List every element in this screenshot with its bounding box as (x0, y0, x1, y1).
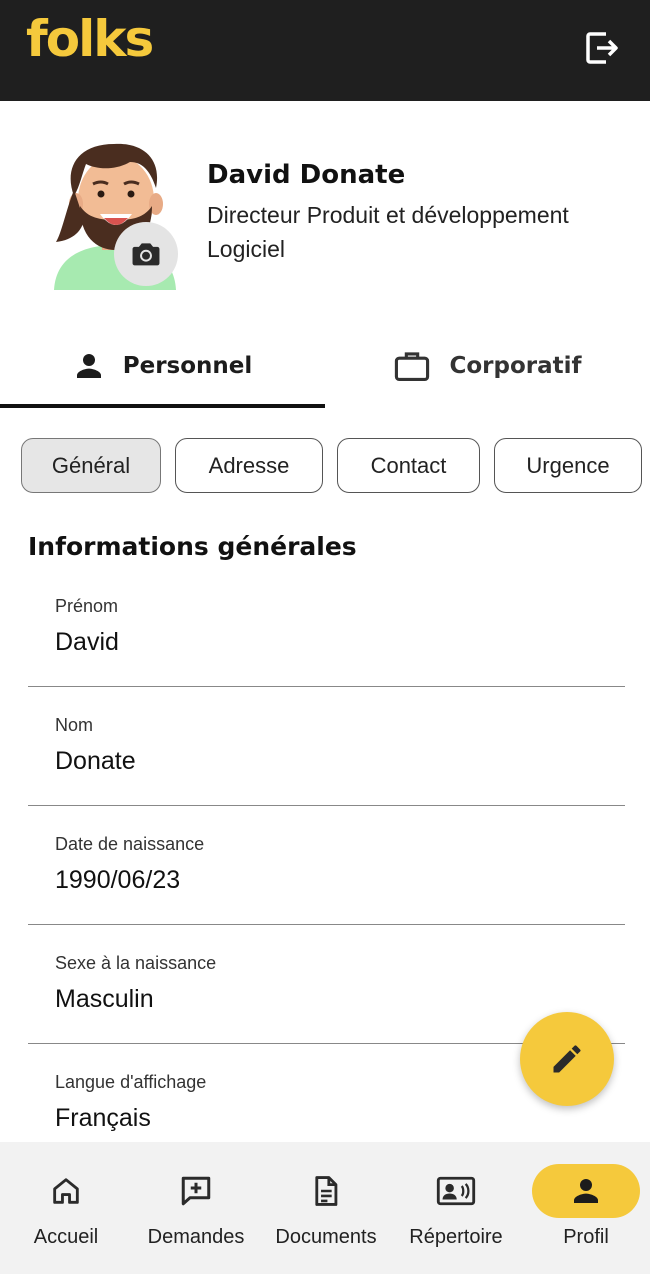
field-label: Nom (55, 715, 94, 735)
field-value: David (55, 628, 119, 656)
logout-button[interactable] (582, 28, 622, 68)
nav-label: Accueil (33, 1226, 99, 1248)
nav-icon-container-active (532, 1164, 640, 1218)
field-nom[interactable]: Nom Donate (28, 715, 625, 806)
camera-icon (132, 243, 160, 266)
person-icon (574, 1179, 598, 1203)
chip-adresse[interactable]: Adresse (175, 438, 323, 493)
active-tab-indicator (0, 404, 325, 408)
change-photo-button[interactable] (114, 222, 178, 286)
section-chips: Général Adresse Contact Urgence (21, 438, 646, 495)
bottom-navigation: Accueil Demandes Documents Répertoire Pr… (0, 1142, 650, 1274)
nav-profil[interactable]: Profil (521, 1142, 650, 1274)
field-label: Prénom (55, 596, 119, 616)
tab-personnel[interactable]: Personnel (0, 326, 325, 406)
logout-icon (586, 32, 618, 64)
app-logo: folks (26, 10, 154, 68)
field-label: Date de naissance (55, 834, 205, 854)
field-value: Français (55, 1104, 151, 1132)
edit-button[interactable] (520, 1012, 614, 1106)
app-header: folks (0, 0, 650, 101)
field-value: Donate (55, 747, 136, 775)
chip-contact[interactable]: Contact (337, 438, 480, 493)
nav-label: Répertoire (409, 1226, 503, 1248)
tab-label: Personnel (122, 353, 253, 379)
chip-general[interactable]: Général (21, 438, 161, 493)
briefcase-icon (395, 352, 430, 382)
tab-corporatif[interactable]: Corporatif (325, 326, 650, 406)
nav-demandes[interactable]: Demandes (131, 1142, 261, 1274)
pencil-icon (553, 1045, 581, 1073)
field-label: Langue d'affichage (55, 1072, 207, 1092)
field-label: Sexe à la naissance (55, 953, 217, 973)
nav-repertoire[interactable]: Répertoire (391, 1142, 521, 1274)
add-comment-icon (181, 1176, 211, 1206)
profile-role: Directeur Produit et développement Logic… (207, 202, 569, 262)
nav-label: Demandes (147, 1226, 245, 1248)
nav-icon-container (272, 1164, 380, 1218)
field-value: Masculin (55, 985, 154, 1013)
nav-documents[interactable]: Documents (261, 1142, 391, 1274)
nav-label: Profil (563, 1226, 609, 1248)
field-value: 1990/06/23 (55, 866, 181, 894)
nav-accueil[interactable]: Accueil (1, 1142, 131, 1274)
person-icon (76, 354, 101, 378)
tab-label: Corporatif (449, 353, 582, 379)
field-prenom[interactable]: Prénom David (28, 596, 625, 687)
field-date-naissance[interactable]: Date de naissance 1990/06/23 (28, 834, 625, 925)
profile-name: David Donate (207, 160, 406, 190)
nav-icon-container (12, 1164, 120, 1218)
contact-card-icon (436, 1176, 476, 1206)
profile-tabs: Personnel Corporatif (0, 326, 650, 408)
home-icon (53, 1178, 79, 1204)
document-icon (315, 1176, 338, 1206)
chip-urgence[interactable]: Urgence (494, 438, 642, 493)
nav-icon-container (402, 1164, 510, 1218)
nav-label: Documents (275, 1226, 377, 1248)
nav-icon-container (142, 1164, 250, 1218)
section-title: Informations générales (28, 532, 357, 561)
